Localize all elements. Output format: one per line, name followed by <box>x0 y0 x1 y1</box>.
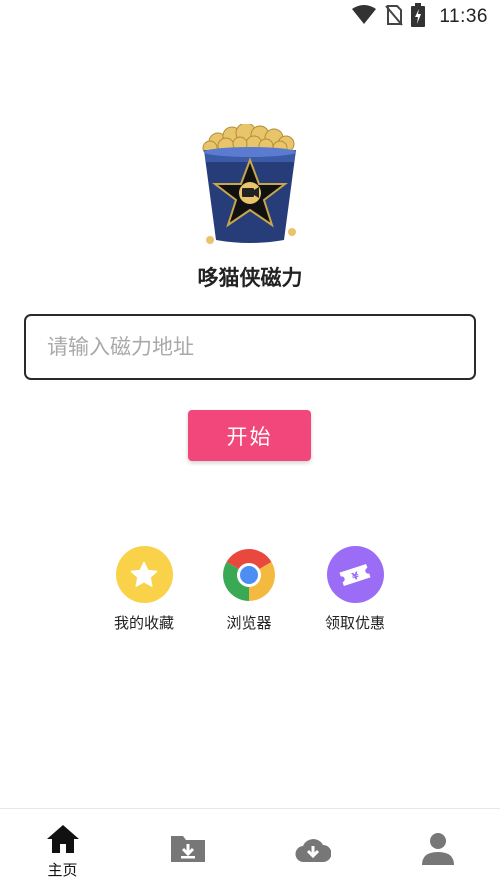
nav-downloads[interactable] <box>125 809 250 888</box>
magnet-link-input[interactable] <box>24 314 476 380</box>
download-folder-icon <box>170 836 205 862</box>
nav-cloud-download[interactable] <box>250 809 375 888</box>
no-sim-icon <box>385 4 404 30</box>
quick-action-label: 领取优惠 <box>324 614 385 632</box>
bottom-navigation: 主页 <box>0 808 500 888</box>
app-screen: 11:36 哆猫侠磁力 开始 <box>0 0 500 888</box>
browser-button[interactable]: 浏览器 <box>194 546 304 633</box>
quick-action-label: 浏览器 <box>226 614 272 632</box>
home-icon <box>46 825 79 853</box>
wifi-icon <box>351 5 377 29</box>
status-bar: 11:36 <box>0 0 500 34</box>
my-favorites-button[interactable]: 我的收藏 <box>89 546 199 633</box>
popcorn-bucket-icon <box>196 122 304 246</box>
coupon-ticket-icon: ¥ <box>326 546 384 603</box>
chrome-browser-icon <box>221 546 278 603</box>
get-coupon-button[interactable]: ¥ 领取优惠 <box>300 546 410 633</box>
person-icon <box>421 833 454 865</box>
start-button[interactable]: 开始 <box>188 410 311 461</box>
status-time: 11:36 <box>439 6 488 27</box>
nav-profile[interactable] <box>375 809 500 888</box>
quick-action-label: 我的收藏 <box>113 614 174 632</box>
cloud-download-icon <box>295 839 331 863</box>
app-title: 哆猫侠磁力 <box>197 266 303 290</box>
nav-home-label: 主页 <box>47 861 78 879</box>
battery-charging-icon <box>411 3 426 31</box>
star-icon <box>115 546 173 603</box>
nav-home[interactable]: 主页 <box>0 809 125 888</box>
